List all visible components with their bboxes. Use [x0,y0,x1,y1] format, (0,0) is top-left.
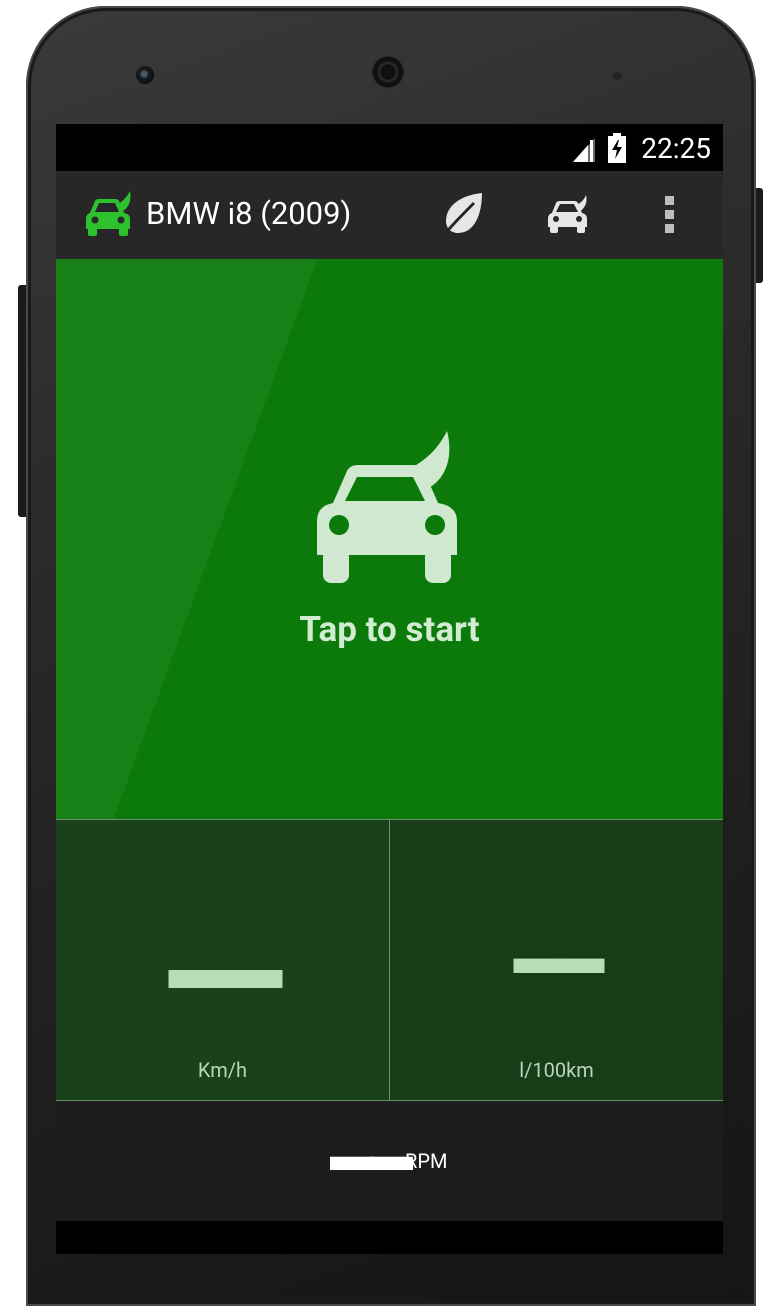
battery-charging-icon [608,133,626,163]
app-title: BMW i8 (2009) [146,195,352,232]
fuel-consumption-stat: ▬▬ l/100km [390,820,723,1100]
power-button [756,188,763,283]
earpiece-speaker [370,54,406,90]
car-leaf-icon [317,431,457,583]
speed-unit: Km/h [197,1058,248,1082]
navigation-bar [56,1221,723,1254]
stats-row: ▬▬ Km/h ▬▬ l/100km [56,819,723,1101]
proximity-sensor [612,72,622,80]
volume-button [18,285,26,517]
car-icon[interactable] [546,193,590,235]
action-bar: BMW i8 (2009) [56,171,723,259]
fuel-consumption-unit: l/100km [519,1058,594,1082]
rpm-bar: ▬▬ RPM [56,1101,723,1221]
speed-value: ▬▬ [168,932,283,1003]
start-panel[interactable]: Tap to start [56,259,723,819]
rpm-value: ▬▬ [330,1129,413,1181]
app-car-leaf-icon[interactable] [82,189,134,239]
fuel-consumption-value: ▬▬ [513,928,605,985]
front-camera [136,66,154,84]
leaf-icon[interactable] [442,191,486,237]
screen: 22:25 BMW i8 (2009) Tap to start ▬▬ Km/h… [56,124,723,1254]
status-bar: 22:25 [56,124,723,171]
rpm-unit: RPM [405,1149,448,1173]
status-time: 22:25 [641,132,711,165]
signal-icon [573,138,595,162]
tap-to-start-label: Tap to start [299,609,480,650]
overflow-menu-icon[interactable] [663,195,677,235]
speed-stat: ▬▬ Km/h [56,820,390,1100]
